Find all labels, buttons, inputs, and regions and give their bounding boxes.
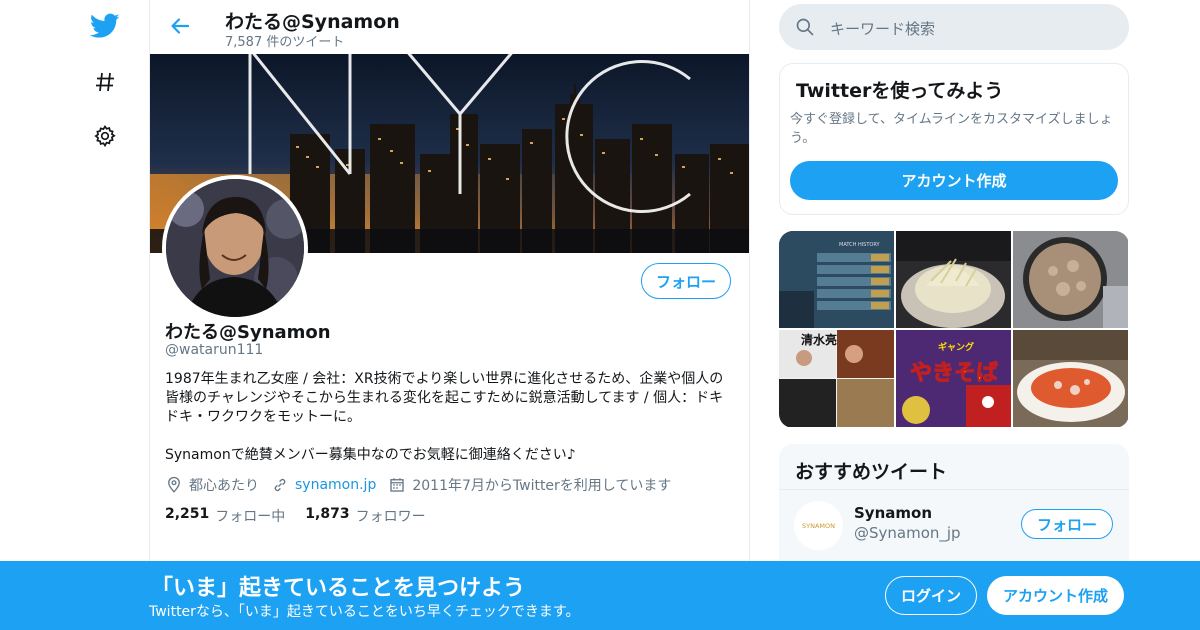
followers-label[interactable]: フォロワー: [356, 506, 426, 526]
search-input[interactable]: キーワード検索: [830, 18, 935, 39]
profile-name: わたる@Synamon: [165, 322, 331, 343]
media-tile-5-sub: ギャング: [938, 341, 974, 353]
media-tile-6[interactable]: [1013, 330, 1128, 427]
recommended-title: おすすめツイート: [795, 461, 948, 483]
profile-avatar[interactable]: [162, 175, 308, 321]
website-link[interactable]: synamon.jp: [295, 477, 376, 493]
synamon-logo-text: SYNAMON: [802, 522, 835, 530]
followers-count[interactable]: 1,873: [305, 506, 349, 526]
media-tile-3[interactable]: [1013, 231, 1128, 328]
follow-stats: 2,251 フォロー中 1,873 フォロワー: [165, 506, 446, 526]
media-tile-2[interactable]: [896, 231, 1011, 328]
location-text: 都心あたり: [189, 478, 259, 494]
bio-paragraph-1: 1987年生まれ乙女座 / 会社：XR技術でより楽しい世界に進化させるため、企業…: [165, 371, 724, 425]
create-account-button[interactable]: アカウント作成: [790, 161, 1118, 200]
divider: [779, 489, 1129, 490]
recommended-handle[interactable]: @Synamon_jp: [854, 524, 961, 542]
media-grid: MATCH HISTORY 清水亮 ギャング やきそば: [779, 231, 1129, 428]
joined-text: 2011年7月からTwitterを利用しています: [412, 478, 672, 494]
signup-button[interactable]: アカウント作成: [987, 576, 1124, 615]
media-tile-1-text: MATCH HISTORY: [839, 242, 881, 248]
media-tile-4-text: 清水亮: [801, 332, 837, 347]
header-tweet-count: 7,587 件のツイート: [225, 35, 345, 50]
media-tile-5-text: やきそば: [910, 361, 998, 386]
synamon-avatar[interactable]: SYNAMON: [794, 501, 843, 550]
login-button[interactable]: ログイン: [885, 576, 977, 615]
joined-item: 2011年7月からTwitterを利用しています: [388, 475, 671, 495]
following-label[interactable]: フォロー中: [215, 506, 285, 526]
profile-bio: 1987年生まれ乙女座 / 会社：XR技術でより楽しい世界に進化させるため、企業…: [165, 370, 735, 484]
signup-card-desc: 今すぐ登録して、タイムラインをカスタマイズしましょう。: [790, 112, 1113, 146]
profile-column: わたる@Synamon 7,587 件のツイート フォロー わたる@Synamo…: [149, 0, 750, 630]
profile-handle[interactable]: @watarun111: [165, 342, 263, 358]
signup-card-title: Twitterを使ってみよう: [796, 80, 1004, 102]
media-tile-5[interactable]: ギャング やきそば: [896, 330, 1011, 427]
link-icon: [274, 478, 286, 492]
media-tile-4[interactable]: 清水亮: [779, 330, 894, 427]
header-profile-name: わたる@Synamon: [225, 11, 400, 33]
following-count[interactable]: 2,251: [165, 506, 209, 526]
search-icon: [796, 18, 814, 36]
website-item[interactable]: synamon.jp: [271, 476, 376, 494]
follow-button[interactable]: フォロー: [641, 263, 731, 299]
bio-paragraph-2: Synamonで絶賛メンバー募集中なのでお気軽に御連絡ください♪: [165, 447, 576, 463]
signup-card: Twitterを使ってみよう 今すぐ登録して、タイムラインをカスタマイズしましょ…: [779, 63, 1129, 215]
recommended-follow-button[interactable]: フォロー: [1021, 509, 1113, 539]
location-icon: [168, 476, 180, 493]
signup-banner: 「いま」起きていることを見つけよう Twitterなら、「いま」起きていることを…: [0, 561, 1200, 630]
twitter-bird-icon[interactable]: [90, 11, 120, 41]
location-item: 都心あたり: [165, 475, 259, 495]
hashtag-icon[interactable]: [90, 67, 120, 97]
media-tile-1[interactable]: MATCH HISTORY: [779, 231, 894, 328]
signup-banner-sub: Twitterなら、「いま」起きていることをいち早くチェックできます。: [149, 604, 580, 620]
gear-icon[interactable]: [90, 121, 120, 151]
search-bar[interactable]: キーワード検索: [779, 4, 1129, 50]
calendar-icon: [390, 478, 405, 492]
profile-meta: 都心あたり synamon.jp 2011年7月からTwitterを利用していま…: [165, 475, 683, 495]
recommended-name[interactable]: Synamon: [854, 504, 932, 522]
signup-banner-headline: 「いま」起きていることを見つけよう: [151, 576, 526, 601]
back-arrow-icon[interactable]: [168, 14, 192, 38]
